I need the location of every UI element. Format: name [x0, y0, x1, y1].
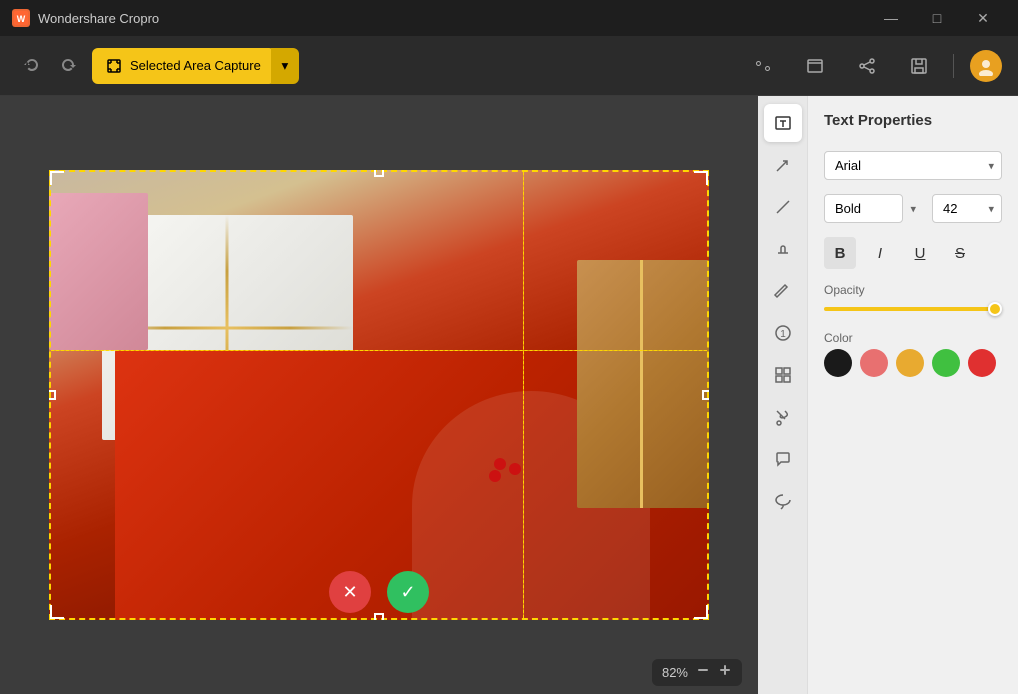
zoom-controls: 82%	[652, 659, 742, 686]
strikethrough-button[interactable]: S	[944, 237, 976, 269]
counter-tool-button[interactable]: 1	[764, 314, 802, 352]
color-swatch-red[interactable]	[968, 349, 996, 377]
arrow-tool-button[interactable]	[764, 146, 802, 184]
toolbar-divider	[953, 54, 954, 78]
capture-dropdown-button[interactable]: ▾	[271, 48, 299, 84]
opacity-slider[interactable]	[824, 307, 1002, 311]
font-style-row: Bold Regular Italic Bold Italic 42 12 14…	[824, 194, 1002, 223]
font-family-select[interactable]: Arial Helvetica Times New Roman Georgia	[824, 151, 1002, 180]
color-swatch-black[interactable]	[824, 349, 852, 377]
canvas-image-container: ✕ ✓	[49, 170, 709, 620]
color-swatch-yellow[interactable]	[896, 349, 924, 377]
color-swatches	[824, 349, 1002, 377]
right-panel: 1 Text Properties	[758, 96, 1018, 694]
maximize-button[interactable]: □	[914, 0, 960, 36]
app-title: Wondershare Cropro	[38, 11, 159, 26]
color-section: Color	[824, 331, 1002, 377]
properties-panel: Text Properties Arial Helvetica Times Ne…	[808, 96, 1018, 694]
font-style-wrapper: Bold Regular Italic Bold Italic	[824, 194, 924, 223]
lasso-tool-button[interactable]	[764, 482, 802, 520]
cancel-button[interactable]: ✕	[329, 571, 371, 613]
opacity-slider-container	[824, 301, 1002, 317]
color-label: Color	[824, 331, 1002, 345]
svg-text:W: W	[17, 14, 26, 24]
color-swatch-green[interactable]	[932, 349, 960, 377]
capture-button-label: Selected Area Capture	[130, 58, 261, 73]
window-button[interactable]	[797, 48, 833, 84]
zoom-in-button[interactable]	[718, 663, 732, 682]
pen-tool-button[interactable]	[764, 272, 802, 310]
line-tool-button[interactable]	[764, 188, 802, 226]
undo-button[interactable]	[16, 50, 48, 82]
font-size-select[interactable]: 42 12 14 18 24 36 48 72	[932, 194, 1002, 223]
panel-title: Text Properties	[824, 112, 1002, 129]
confirm-button[interactable]: ✓	[387, 571, 429, 613]
svg-text:1: 1	[780, 329, 786, 340]
color-swatch-pink[interactable]	[860, 349, 888, 377]
canvas-area: ✕ ✓ 82%	[0, 96, 758, 694]
zoom-out-button[interactable]	[696, 663, 710, 682]
app-logo: W	[12, 9, 30, 27]
font-family-wrapper: Arial Helvetica Times New Roman Georgia	[824, 151, 1002, 180]
font-style-select[interactable]: Bold Regular Italic Bold Italic	[824, 194, 903, 223]
opacity-section: Opacity	[824, 283, 1002, 317]
underline-button[interactable]: U	[904, 237, 936, 269]
format-buttons-row: B I U S	[824, 237, 1002, 269]
close-button[interactable]: ✕	[960, 0, 1006, 36]
main-content: ✕ ✓ 82%	[0, 96, 1018, 694]
main-toolbar: Selected Area Capture ▾	[0, 36, 1018, 96]
share-button[interactable]	[849, 48, 885, 84]
stamp-tool-button[interactable]	[764, 230, 802, 268]
zoom-percentage: 82%	[662, 665, 688, 680]
scissors-button[interactable]	[745, 48, 781, 84]
speech-bubble-tool-button[interactable]	[764, 440, 802, 478]
opacity-label: Opacity	[824, 283, 1002, 297]
save-button[interactable]	[901, 48, 937, 84]
avatar[interactable]	[970, 50, 1002, 82]
blur-tool-button[interactable]	[764, 356, 802, 394]
minimize-button[interactable]: —	[868, 0, 914, 36]
text-tool-button[interactable]	[764, 104, 802, 142]
capture-button[interactable]: Selected Area Capture	[92, 48, 275, 84]
title-bar: W Wondershare Cropro — □ ✕	[0, 0, 1018, 36]
bold-button[interactable]: B	[824, 237, 856, 269]
paint-tool-button[interactable]	[764, 398, 802, 436]
font-size-wrapper: 42 12 14 18 24 36 48 72	[932, 194, 1002, 223]
italic-button[interactable]: I	[864, 237, 896, 269]
sidebar-icons: 1	[758, 96, 808, 694]
redo-button[interactable]	[52, 50, 84, 82]
bottom-controls: ✕ ✓	[49, 564, 709, 620]
